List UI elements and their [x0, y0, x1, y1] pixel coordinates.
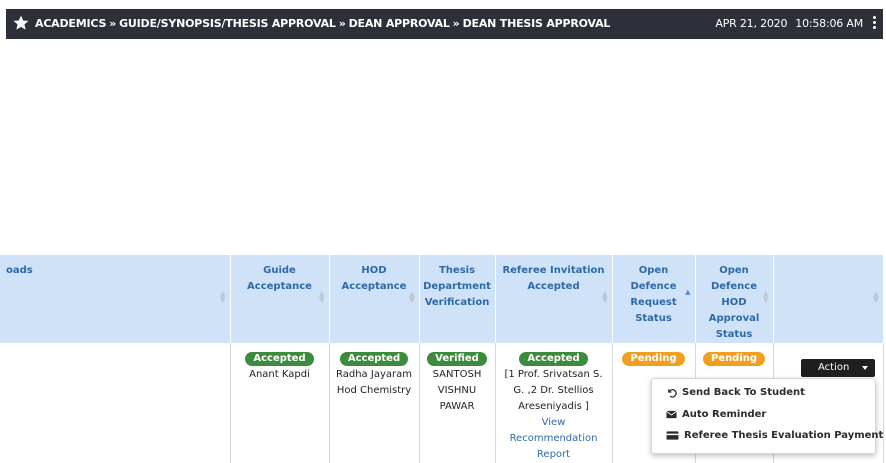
referee-names: [1 Prof. Srivatsan S. G. ,2 Dr. Stellios…: [504, 369, 603, 412]
caret-down-icon: [862, 366, 868, 370]
current-date: APR 21, 2020: [715, 17, 788, 30]
breadcrumb: ACADEMICS» GUIDE/SYNOPSIS/THESIS APPROVAL…: [35, 17, 610, 30]
star-icon[interactable]: [12, 14, 30, 32]
breadcrumb-separator: »: [338, 17, 346, 30]
breadcrumb-academics[interactable]: ACADEMICS: [35, 17, 106, 30]
view-recommendation-report-link[interactable]: View Recommendation Report: [510, 417, 598, 460]
column-header-guide-acceptance[interactable]: Guide Acceptance ▲ ▼: [230, 255, 330, 343]
undo-icon: [668, 388, 677, 398]
column-header-open-defence-request-status[interactable]: Open Defence Request Status ▲: [612, 255, 696, 343]
sort-icon[interactable]: ▲ ▼: [602, 291, 607, 304]
credit-card-icon: [666, 430, 679, 440]
column-header-uploads[interactable]: oads ▲ ▼: [0, 255, 231, 343]
sort-icon[interactable]: ▲ ▼: [763, 291, 768, 304]
uploads-cell: [0, 343, 231, 463]
column-header-hod-acceptance[interactable]: HOD Acceptance ▲ ▼: [329, 255, 420, 343]
breadcrumb-dean-approval[interactable]: DEAN APPROVAL: [349, 17, 450, 30]
sort-ascending-icon[interactable]: ▲: [685, 289, 690, 296]
breadcrumb-dean-thesis-approval: DEAN THESIS APPROVAL: [462, 17, 611, 30]
breadcrumb-guide-synopsis-thesis-approval[interactable]: GUIDE/SYNOPSIS/THESIS APPROVAL: [119, 17, 336, 30]
menu-item-auto-reminder[interactable]: Auto Reminder: [666, 407, 766, 423]
status-badge: Verified: [427, 352, 487, 366]
status-badge: Pending: [702, 352, 766, 366]
guide-name: Anant Kapdi: [249, 369, 310, 380]
verifier-name: SANTOSH VISHNU PAWAR: [432, 369, 482, 412]
guide-acceptance-cell: Accepted Anant Kapdi: [230, 343, 330, 463]
referee-cell: Accepted [1 Prof. Srivatsan S. G. ,2 Dr.…: [495, 343, 613, 463]
sort-icon[interactable]: ▲ ▼: [220, 291, 225, 304]
hod-name: Radha Jayaram Hod Chemistry: [336, 369, 412, 396]
status-badge: Accepted: [339, 352, 409, 366]
breadcrumb-separator: »: [109, 17, 117, 30]
action-button-label: Action: [818, 362, 850, 373]
top-breadcrumb-bar: ACADEMICS» GUIDE/SYNOPSIS/THESIS APPROVAL…: [6, 9, 883, 39]
action-dropdown-menu: Send Back To Student Auto Reminder Refer…: [651, 378, 883, 454]
menu-item-send-back-to-student[interactable]: Send Back To Student: [666, 385, 805, 401]
sort-icon[interactable]: ▲ ▼: [873, 291, 878, 304]
status-badge: Accepted: [519, 352, 588, 366]
sort-icon[interactable]: ▲ ▼: [319, 291, 324, 304]
envelope-icon: [666, 410, 677, 418]
action-dropdown-button[interactable]: Action: [801, 359, 875, 377]
column-header-actions[interactable]: ▲ ▼: [773, 255, 884, 343]
breadcrumb-separator: »: [452, 17, 460, 30]
date-time: APR 21, 2020 10:58:06 AM: [715, 17, 863, 30]
column-header-open-defence-hod-approval-status[interactable]: Open Defence HOD Approval Status ▲ ▼: [695, 255, 774, 343]
column-header-thesis-department-verification[interactable]: Thesis Department Verification: [419, 255, 496, 343]
table-header-row: oads ▲ ▼ Guide Acceptance ▲ ▼ HOD Acceptance…: [0, 255, 884, 343]
sort-icon[interactable]: ▲ ▼: [409, 291, 414, 304]
hod-acceptance-cell: Accepted Radha Jayaram Hod Chemistry: [329, 343, 420, 463]
column-header-referee-invitation-accepted[interactable]: Referee Invitation Accepted ▲ ▼: [495, 255, 613, 343]
current-time: 10:58:06 AM: [795, 17, 863, 30]
menu-item-referee-thesis-evaluation-payment[interactable]: Referee Thesis Evaluation Payment: [666, 428, 883, 444]
status-badge: Accepted: [245, 352, 314, 366]
verification-cell: Verified SANTOSH VISHNU PAWAR: [419, 343, 496, 463]
status-badge: Pending: [622, 352, 685, 366]
more-options-icon[interactable]: [873, 16, 877, 31]
